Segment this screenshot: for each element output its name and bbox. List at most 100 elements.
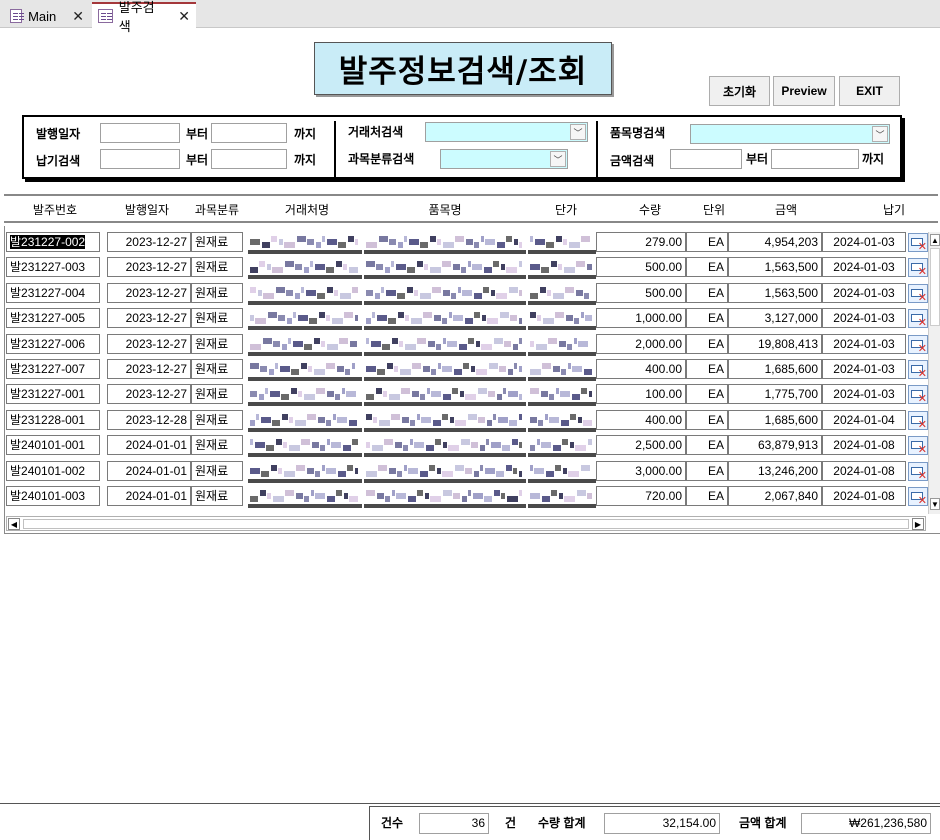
due-date-from-input[interactable]	[100, 149, 180, 169]
issue-date-cell[interactable]: 2023-12-28	[107, 409, 191, 430]
exit-button[interactable]: EXIT	[839, 76, 900, 106]
category-cell[interactable]: 원재료	[191, 359, 243, 379]
amount-cell[interactable]: 1,563,500	[728, 282, 822, 303]
table-row[interactable]: 발240101-002 2024-01-01 원재료 3,000.00 EA 13,246…	[4, 459, 928, 484]
category-cell[interactable]: 원재료	[191, 486, 243, 506]
category-cell[interactable]: 원재료	[191, 282, 243, 303]
amount-cell[interactable]: 63,879,913	[728, 435, 822, 456]
issue-date-from-input[interactable]	[100, 123, 180, 143]
delete-row-icon[interactable]	[908, 334, 928, 355]
due-date-cell[interactable]: 2024-01-03	[822, 308, 906, 329]
item-cell-redacted[interactable]	[364, 283, 526, 305]
amount-cell[interactable]: 1,775,700	[728, 384, 822, 405]
delete-row-icon[interactable]	[908, 436, 928, 456]
po-number-cell[interactable]: 발240101-001	[6, 435, 100, 456]
vertical-scrollbar[interactable]: ▲ ▼	[928, 232, 940, 514]
vendor-cell-redacted[interactable]	[248, 461, 362, 483]
table-row[interactable]: 발231227-006 2023-12-27 원재료 2,000.00 EA 19,808…	[4, 332, 928, 357]
qty-cell[interactable]: 100.00	[596, 384, 686, 405]
horizontal-scrollbar[interactable]: ◀ ▶	[6, 516, 926, 531]
unit-cell[interactable]: EA	[686, 359, 728, 379]
due-date-cell[interactable]: 2024-01-03	[822, 384, 906, 405]
unit-price-cell-redacted[interactable]	[528, 486, 596, 508]
unit-cell[interactable]: EA	[686, 435, 728, 456]
table-row[interactable]: 발231227-004 2023-12-27 원재료 500.00 EA 1,563,50…	[4, 281, 928, 306]
unit-price-cell-redacted[interactable]	[528, 308, 596, 331]
vendor-cell-redacted[interactable]	[248, 334, 362, 356]
qty-cell[interactable]: 500.00	[596, 257, 686, 278]
item-cell-redacted[interactable]	[364, 308, 526, 331]
issue-date-to-input[interactable]	[211, 123, 287, 143]
unit-cell[interactable]: EA	[686, 409, 728, 430]
vendor-cell-redacted[interactable]	[248, 359, 362, 381]
amount-cell[interactable]: 1,685,600	[728, 409, 822, 430]
po-number-cell[interactable]: 발240101-002	[6, 460, 100, 481]
scroll-down-icon[interactable]: ▼	[930, 498, 940, 510]
table-row[interactable]: 발231227-002 2023-12-27 원재료 279.00 EA 4,954,20…	[4, 230, 928, 255]
amount-cell[interactable]: 4,954,203	[728, 232, 822, 252]
qty-cell[interactable]: 400.00	[596, 359, 686, 379]
category-cell[interactable]: 원재료	[191, 460, 243, 481]
unit-price-cell-redacted[interactable]	[528, 283, 596, 305]
qty-cell[interactable]: 1,000.00	[596, 308, 686, 329]
qty-cell[interactable]: 720.00	[596, 486, 686, 506]
category-cell[interactable]: 원재료	[191, 257, 243, 278]
category-cell[interactable]: 원재료	[191, 409, 243, 430]
issue-date-cell[interactable]: 2024-01-01	[107, 486, 191, 506]
due-date-to-input[interactable]	[211, 149, 287, 169]
delete-row-icon[interactable]	[908, 410, 928, 431]
scroll-up-icon[interactable]: ▲	[930, 234, 940, 246]
due-date-cell[interactable]: 2024-01-08	[822, 460, 906, 481]
item-cell-redacted[interactable]	[364, 334, 526, 356]
qty-cell[interactable]: 400.00	[596, 409, 686, 430]
due-date-cell[interactable]: 2024-01-03	[822, 232, 906, 252]
amount-cell[interactable]: 1,685,600	[728, 359, 822, 379]
item-cell-redacted[interactable]	[364, 384, 526, 407]
due-date-cell[interactable]: 2024-01-04	[822, 409, 906, 430]
item-cell-redacted[interactable]	[364, 410, 526, 432]
vendor-cell-redacted[interactable]	[248, 486, 362, 508]
po-number-cell[interactable]: 발231227-003	[6, 257, 100, 278]
unit-price-cell-redacted[interactable]	[528, 384, 596, 407]
delete-row-icon[interactable]	[908, 360, 928, 380]
due-date-cell[interactable]: 2024-01-03	[822, 333, 906, 354]
table-row[interactable]: 발231227-007 2023-12-27 원재료 400.00 EA 1,685,60…	[4, 357, 928, 382]
amount-cell[interactable]: 2,067,840	[728, 486, 822, 506]
unit-price-cell-redacted[interactable]	[528, 435, 596, 458]
issue-date-cell[interactable]: 2023-12-27	[107, 333, 191, 354]
delete-row-icon[interactable]	[908, 283, 928, 304]
vendor-cell-redacted[interactable]	[248, 232, 362, 254]
table-row[interactable]: 발231228-001 2023-12-28 원재료 400.00 EA 1,685,60…	[4, 408, 928, 433]
tab-main[interactable]: Main ✕	[4, 4, 90, 28]
issue-date-cell[interactable]: 2024-01-01	[107, 435, 191, 456]
preview-button[interactable]: Preview	[773, 76, 835, 106]
unit-price-cell-redacted[interactable]	[528, 359, 596, 381]
vendor-cell-redacted[interactable]	[248, 308, 362, 331]
issue-date-cell[interactable]: 2023-12-27	[107, 359, 191, 379]
unit-price-cell-redacted[interactable]	[528, 461, 596, 483]
po-number-cell[interactable]: 발231227-005	[6, 308, 100, 329]
close-icon[interactable]: ✕	[72, 8, 84, 25]
delete-row-icon[interactable]	[908, 258, 928, 278]
item-search-combo[interactable]: ﹀	[690, 124, 890, 144]
issue-date-cell[interactable]: 2023-12-27	[107, 232, 191, 252]
table-row[interactable]: 발231227-001 2023-12-27 원재료 100.00 EA 1,775,70…	[4, 382, 928, 407]
due-date-cell[interactable]: 2024-01-08	[822, 435, 906, 456]
vendor-search-combo[interactable]: ﹀	[425, 122, 588, 142]
qty-cell[interactable]: 279.00	[596, 232, 686, 252]
category-cell[interactable]: 원재료	[191, 308, 243, 329]
qty-cell[interactable]: 2,500.00	[596, 435, 686, 456]
po-number-cell[interactable]: 발231228-001	[6, 409, 100, 430]
unit-cell[interactable]: EA	[686, 384, 728, 405]
unit-cell[interactable]: EA	[686, 486, 728, 506]
issue-date-cell[interactable]: 2023-12-27	[107, 282, 191, 303]
due-date-cell[interactable]: 2024-01-03	[822, 257, 906, 278]
item-cell-redacted[interactable]	[364, 232, 526, 254]
qty-cell[interactable]: 3,000.00	[596, 460, 686, 481]
scroll-right-icon[interactable]: ▶	[912, 518, 924, 530]
category-search-combo[interactable]: ﹀	[440, 149, 568, 169]
item-cell-redacted[interactable]	[364, 486, 526, 508]
po-number-cell[interactable]: 발231227-002	[6, 232, 100, 252]
table-row[interactable]: 발240101-001 2024-01-01 원재료 2,500.00 EA 63,879…	[4, 433, 928, 458]
unit-cell[interactable]: EA	[686, 232, 728, 252]
